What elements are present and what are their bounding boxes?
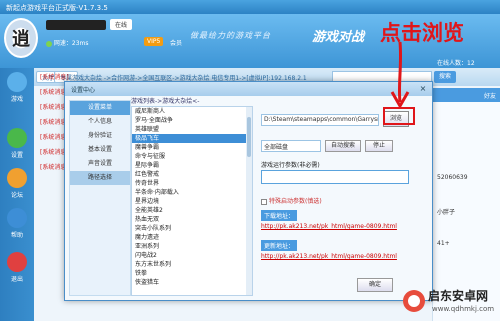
sidebar-item-label: 设置 xyxy=(10,152,23,159)
game-list: 威尼斯商人 罗马·全面战争 英雄联盟 极品飞车 魔兽争霸 命令与征服 星际争霸 … xyxy=(131,106,253,296)
help-icon xyxy=(7,208,27,228)
disk-select[interactable]: 全部磁盘 xyxy=(261,140,321,152)
settings-nav-header: 设置菜单 xyxy=(70,101,130,115)
nav-item-verification[interactable]: 身份验证 xyxy=(70,129,130,143)
list-item[interactable]: 侠盗猎车 xyxy=(132,278,252,287)
list-item[interactable]: 红色警戒 xyxy=(132,170,252,179)
sidebar-item-exit[interactable]: 退出 xyxy=(3,252,31,283)
stop-button[interactable]: 停止 xyxy=(365,140,393,152)
sidebar-item-forum[interactable]: 论坛 xyxy=(3,168,31,199)
dialog-title: 设置中心 xyxy=(71,87,96,94)
friends-panel-header: 好友 xyxy=(433,88,500,102)
list-item[interactable]: 突击小队系列 xyxy=(132,224,252,233)
sidebar-item-label: 游戏 xyxy=(10,96,23,103)
settings-nav: 设置菜单 个人信息 身份验证 基本设置 声音设置 路径选择 xyxy=(69,100,131,296)
friend-entry[interactable]: 小胖子 xyxy=(433,205,500,218)
game-logo: 游戏对战 xyxy=(312,30,365,45)
online-status-button[interactable]: 在线 xyxy=(110,19,133,30)
search-button[interactable]: 搜索 xyxy=(434,71,456,83)
signal-icon xyxy=(46,40,52,47)
list-item[interactable]: 闪电战2 xyxy=(132,251,252,260)
nav-item-basic[interactable]: 基本设置 xyxy=(70,143,130,157)
annotation-arrow-icon xyxy=(390,41,410,110)
nav-item-sound[interactable]: 声音设置 xyxy=(70,157,130,171)
online-count: 在线人数：12 xyxy=(437,60,475,67)
update-label: 更新地址： xyxy=(261,240,298,251)
dialog-title-bar: 设置中心 × xyxy=(65,82,432,96)
app-logo: 逍 xyxy=(4,18,38,58)
auto-search-button[interactable]: 自动搜索 xyxy=(325,140,361,152)
watermark: 启东安卓网 www.qdhmkj.com xyxy=(398,285,498,319)
ok-button[interactable]: 确定 xyxy=(357,278,393,292)
friend-entry[interactable]: 41+ xyxy=(433,238,500,249)
run-params-input[interactable] xyxy=(261,170,409,184)
sidebar-item-label: 退出 xyxy=(10,276,23,283)
list-item[interactable]: 亚洲系列 xyxy=(132,242,252,251)
list-item-selected[interactable]: 极品飞车 xyxy=(132,134,252,143)
list-item[interactable]: 全能英雄2 xyxy=(132,206,252,215)
game-list-header: 游戏列表->游戏大杂烩<- xyxy=(131,98,200,105)
list-item[interactable]: 星际争霸 xyxy=(132,161,252,170)
list-item[interactable]: 星界边境 xyxy=(132,197,252,206)
sidebar-item-label: 帮助 xyxy=(10,232,23,239)
list-item[interactable]: 命令与征服 xyxy=(132,152,252,161)
list-item[interactable]: 威尼斯商人 xyxy=(132,107,252,116)
update-link[interactable]: http://pk.ak213.net/pk_html/game-0809.ht… xyxy=(261,253,397,260)
vip-badge: VIP5 xyxy=(144,37,164,46)
sidebar-item-label: 论坛 xyxy=(10,192,23,199)
watermark-url: www.qdhmkj.com xyxy=(432,305,495,313)
special-params-label: 特殊启动参数(慎选) xyxy=(269,198,322,205)
friend-entry[interactable]: 52060639 xyxy=(433,172,500,183)
slogan: 做最给力的游戏平台 xyxy=(190,31,271,40)
run-params-label: 游戏运行参数(非必需) xyxy=(261,162,320,169)
list-item[interactable]: 罗马·全面战争 xyxy=(132,116,252,125)
ping-indicator: 网速：23ms xyxy=(46,38,89,47)
forum-icon xyxy=(7,168,27,188)
list-item[interactable]: 魔力遗迹 xyxy=(132,233,252,242)
sidebar-item-settings[interactable]: 设置 xyxy=(3,128,31,159)
sidebar-item-games[interactable]: 游戏 xyxy=(3,72,31,103)
monitor-icon xyxy=(7,72,27,92)
special-params-checkbox[interactable] xyxy=(261,198,267,205)
ping-text: 网速：23ms xyxy=(53,40,89,47)
user-name xyxy=(46,20,106,30)
list-scrollbar[interactable] xyxy=(246,107,252,295)
list-item[interactable]: 铁拳 xyxy=(132,269,252,278)
system-message: [系统消息] xyxy=(40,74,69,81)
nav-item-profile[interactable]: 个人信息 xyxy=(70,115,130,129)
download-link[interactable]: http://pk.ak213.net/pk_html/game-0809.ht… xyxy=(261,223,397,230)
download-label: 下载地址： xyxy=(261,210,298,221)
list-item[interactable]: 热血无双 xyxy=(132,215,252,224)
list-item[interactable]: 半条命·内部载入 xyxy=(132,188,252,197)
special-params-row[interactable]: 特殊启动参数(慎选) xyxy=(261,196,322,205)
watermark-logo-icon xyxy=(403,290,425,312)
exit-icon xyxy=(7,252,27,272)
list-item[interactable]: 传奇世界 xyxy=(132,179,252,188)
sidebar-item-help[interactable]: 帮助 xyxy=(3,208,31,239)
list-item[interactable]: 魔兽争霸 xyxy=(132,143,252,152)
sidebar: 游戏 设置 论坛 帮助 退出 xyxy=(0,68,34,321)
nav-item-path[interactable]: 路径选择 xyxy=(70,171,130,185)
settings-dialog: 设置中心 × 设置菜单 个人信息 身份验证 基本设置 声音设置 路径选择 游戏列… xyxy=(64,81,433,301)
watermark-text: 启东安卓网 xyxy=(428,289,489,303)
list-item[interactable]: 英雄联盟 xyxy=(132,125,252,134)
gear-icon xyxy=(7,128,27,148)
game-path-input[interactable]: D:\Steam\steamapps\common\Garrysm xyxy=(261,114,379,126)
list-item[interactable]: 东方末世系列 xyxy=(132,260,252,269)
app-title-bar: 新起点游戏平台正式版-V1.7.3.5 xyxy=(0,0,500,14)
vip-label: 会员 xyxy=(170,40,183,47)
scrollbar-thumb[interactable] xyxy=(247,117,251,157)
